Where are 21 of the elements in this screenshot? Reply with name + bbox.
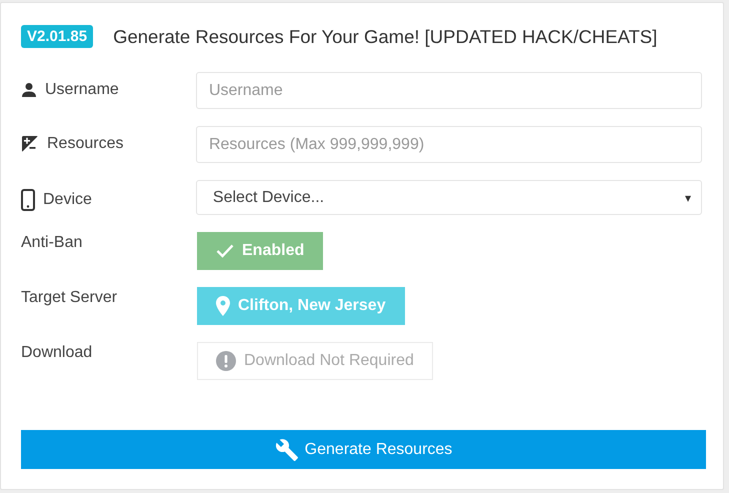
- input-field[interactable]: Resources (Max 999,999,999): [196, 126, 702, 163]
- wrench-icon: [274, 438, 299, 462]
- caret-icon: ▾: [685, 190, 691, 204]
- map-pin-icon: [216, 296, 230, 316]
- version-badge: V2.01.85: [21, 25, 94, 48]
- status-indicator: Enabled: [197, 232, 324, 270]
- input-field[interactable]: Username: [196, 72, 702, 109]
- device-select[interactable]: Select Device... ▾: [196, 180, 702, 215]
- field-label: Download: [21, 344, 92, 362]
- status-indicator: Clifton, New Jersey: [197, 287, 405, 325]
- phone-icon: [21, 189, 35, 211]
- field-label: Device: [43, 191, 92, 209]
- person-icon: [21, 82, 37, 98]
- check-icon: [216, 244, 234, 258]
- field-label: Target Server: [21, 289, 118, 307]
- field-label: Anti-Ban: [21, 234, 82, 252]
- field-label: Resources: [47, 135, 124, 153]
- status-indicator: Download Not Required: [197, 342, 433, 380]
- page-title: Generate Resources For Your Game! [UPDATED HACK/CHEATS]: [113, 26, 658, 48]
- field-label: Username: [45, 81, 119, 99]
- exclamation-icon: [216, 351, 236, 371]
